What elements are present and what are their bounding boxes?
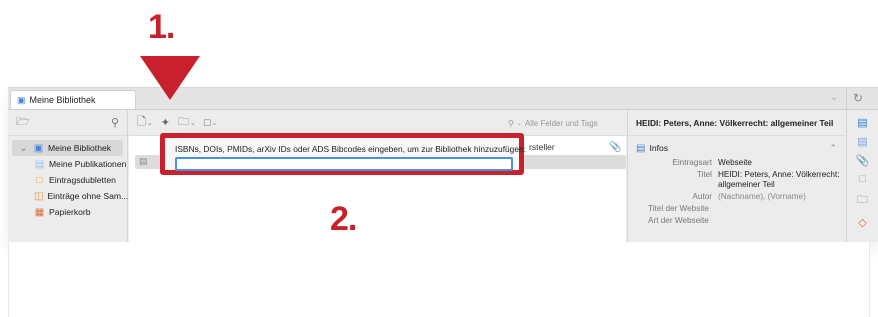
libraries-collections-icon[interactable]: 🗀	[857, 191, 868, 210]
collection-tree: ⌄ ▣ Meine Bibliothek ▤ Meine Publikation…	[8, 136, 129, 220]
item-pane: HEIDI: Peters, Anne: Völkerrecht: allgem…	[627, 110, 845, 242]
sidebar-item-label: Eintragsdubletten	[49, 175, 116, 185]
sidebar-item-duplicates[interactable]: □ Eintragsdubletten	[8, 172, 127, 188]
add-by-identifier-button[interactable]: ✦	[161, 116, 170, 129]
sidebar-item-label: Meine Bibliothek	[48, 143, 112, 153]
search-dropdown-icon: ⌄	[516, 120, 522, 127]
toolbar-divider	[846, 88, 847, 110]
new-item-button[interactable]: 🗋 ⌄	[137, 113, 153, 132]
field-label: Art der Webseite	[648, 216, 709, 225]
paperclip-icon[interactable]: 📎	[609, 142, 621, 153]
chevron-down-icon[interactable]: ⌄	[830, 92, 838, 103]
tab-my-library[interactable]: ▣ Meine Bibliothek	[10, 90, 136, 109]
library-icon: ▣	[33, 142, 44, 154]
chevron-down-icon: ⌄	[189, 119, 196, 127]
chevron-down-icon: ⌄	[211, 119, 218, 127]
trash-icon: ▦	[34, 206, 45, 218]
magic-wand-icon: ✦	[160, 117, 170, 129]
sidebar-item-unfiled[interactable]: ◫ Einträge ohne Sam...	[8, 188, 129, 204]
field-label: Autor	[692, 192, 712, 201]
attachments-icon[interactable]: 📎	[856, 154, 870, 167]
search-field[interactable]: ⚲ ⌄ Alle Felder und Tags	[508, 115, 618, 131]
arrow-down-icon	[140, 56, 200, 100]
sidebar-item-my-library[interactable]: ⌄ ▣ Meine Bibliothek	[12, 140, 123, 156]
side-nav-strip: ▤ ▤ 📎 □ 🗀 ◇	[846, 110, 878, 242]
search-icon[interactable]: ⚲	[111, 116, 119, 129]
step-2-label: 2.	[330, 200, 357, 238]
field-website-title: Titel der Website	[628, 204, 845, 214]
duplicates-icon: □	[36, 174, 43, 186]
sidebar-item-label: Papierkorb	[49, 207, 91, 217]
sidebar-toolbar: 🗁 ⚲	[8, 110, 127, 136]
field-label: Titel der Website	[648, 204, 709, 213]
add-attachment-button[interactable]: 🗀 ⌄	[178, 113, 196, 132]
info-icon: ▤	[636, 142, 646, 154]
collections-sidebar: 🗁 ⚲ ⌄ ▣ Meine Bibliothek ▤ Meine Publika…	[8, 110, 128, 242]
field-value[interactable]: HEIDI: Peters, Anne: Völkerrecht: allgem…	[718, 170, 845, 190]
item-title: HEIDI: Peters, Anne: Völkerrecht: allgem…	[628, 110, 845, 136]
sidebar-item-trash[interactable]: ▦ Papierkorb	[8, 204, 127, 220]
webpage-icon: ▤	[139, 156, 148, 166]
info-icon[interactable]: ▤	[857, 116, 867, 129]
field-author: Autor (Nachname), (Vorname)	[628, 192, 845, 202]
sync-icon[interactable]: ↻	[853, 91, 863, 105]
new-collection-icon[interactable]: 🗁	[16, 113, 30, 132]
tab-bar: ▣ Meine Bibliothek ⌄ ↻	[8, 88, 878, 110]
library-icon: ▣	[17, 94, 26, 105]
tag-icon[interactable]: ◇	[858, 216, 866, 229]
notes-icon[interactable]: □	[859, 173, 866, 185]
chevron-down-icon: ⌄	[146, 119, 153, 127]
search-placeholder: Alle Felder und Tags	[524, 118, 598, 128]
search-icon: ⚲	[508, 118, 514, 128]
chevron-up-icon[interactable]: ⌃	[829, 143, 837, 154]
new-note-button[interactable]: □ ⌄	[204, 117, 218, 129]
attachment-icon: 🗀	[177, 116, 189, 128]
add-by-identifier-popover: ISBNs, DOIs, PMIDs, arXiv IDs oder ADS B…	[160, 133, 526, 175]
field-label: Eintragsart	[672, 158, 712, 167]
screenshot-page: ▣ Meine Bibliothek ⌄ ↻ 🗁 ⚲ ⌄ ▣ Meine Bib…	[0, 0, 878, 317]
items-pane: 🗋 ⌄ ✦ 🗀 ⌄ □ ⌄ ⚲ ⌄ Alle Felder und Tags rstel…	[129, 110, 626, 242]
infos-section-header[interactable]: ▤ Infos ⌃	[628, 140, 845, 156]
field-value[interactable]: (Nachname), (Vorname)	[718, 192, 806, 202]
chevron-down-icon[interactable]: ⌄	[18, 143, 29, 154]
abstract-icon[interactable]: ▤	[857, 135, 867, 148]
blank-area	[8, 242, 870, 317]
identifier-prompt: ISBNs, DOIs, PMIDs, arXiv IDs oder ADS B…	[175, 144, 526, 154]
identifier-input[interactable]	[175, 157, 513, 171]
column-header-creator[interactable]: rsteller	[529, 142, 555, 152]
note-icon: □	[203, 116, 211, 129]
new-item-icon: 🗋	[137, 116, 146, 128]
field-value[interactable]: Webseite	[718, 158, 752, 168]
field-website-type: Art der Webseite	[628, 216, 845, 226]
unfiled-icon: ◫	[34, 190, 44, 202]
publications-icon: ▤	[34, 158, 45, 170]
sidebar-item-label: Einträge ohne Sam...	[47, 191, 129, 201]
field-item-type: Eintragsart Webseite	[628, 158, 845, 168]
sidebar-item-label: Meine Publikationen	[49, 159, 127, 169]
field-label: Titel	[696, 170, 712, 179]
field-title: Titel HEIDI: Peters, Anne: Völkerrecht: …	[628, 170, 845, 190]
sidebar-item-my-publications[interactable]: ▤ Meine Publikationen	[8, 156, 127, 172]
tab-label: Meine Bibliothek	[29, 95, 96, 105]
step-1-label: 1.	[148, 8, 175, 46]
infos-label: Infos	[649, 143, 669, 153]
